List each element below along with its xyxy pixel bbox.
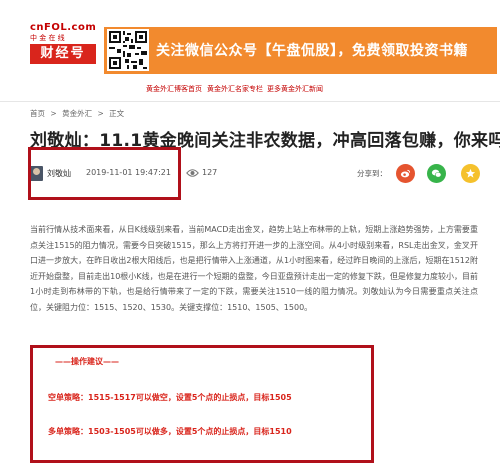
wechat-icon[interactable] [427,164,446,183]
qr-code-icon [107,29,149,71]
highlight-box-meta [28,147,181,200]
view-count: 127 [202,168,218,177]
logo-subtitle: 中 金 在 线 [30,34,65,42]
breadcrumb-home[interactable]: 首页 [30,109,45,118]
breadcrumb-separator: > [97,109,104,118]
breadcrumb: 首页 > 黄金外汇 > 正文 [30,108,127,119]
nav-more-news[interactable]: 更多黄金外汇新闻 [267,84,323,94]
article-body: 当前行情从技术面来看，从日K线级别来看，当前MACD走出金叉，趋势上站上布林带的… [30,225,478,312]
breadcrumb-current: 正文 [109,109,125,118]
share-label: 分享到： [357,169,387,178]
breadcrumb-gold-forex[interactable]: 黄金外汇 [62,109,92,118]
logo-name: 财经号 [30,44,96,64]
site-logo[interactable]: cnFOL.com 中 金 在 线 财经号 [30,22,102,66]
highlight-box-advice [30,345,374,463]
banner-text: 关注微信公众号【午盘侃股】，免费领取投资书籍 [156,43,468,59]
logo-domain: cnFOL.com [30,22,97,33]
site-header: cnFOL.com 中 金 在 线 财经号 关注微信公众号【午盘侃股】，免费领取… [0,0,500,80]
nav-blog-home[interactable]: 黄金外汇博客首页 [146,84,202,94]
breadcrumb-separator: > [50,109,57,118]
weibo-icon[interactable] [396,164,415,183]
eye-icon [186,169,199,177]
qzone-icon[interactable] [461,164,480,183]
sub-nav: 黄金外汇博客首页 黄金外汇名家专栏 更多黄金外汇新闻 [0,80,500,102]
nav-expert-column[interactable]: 黄金外汇名家专栏 [207,84,263,94]
promo-banner[interactable]: 关注微信公众号【午盘侃股】，免费领取投资书籍 [104,27,497,74]
